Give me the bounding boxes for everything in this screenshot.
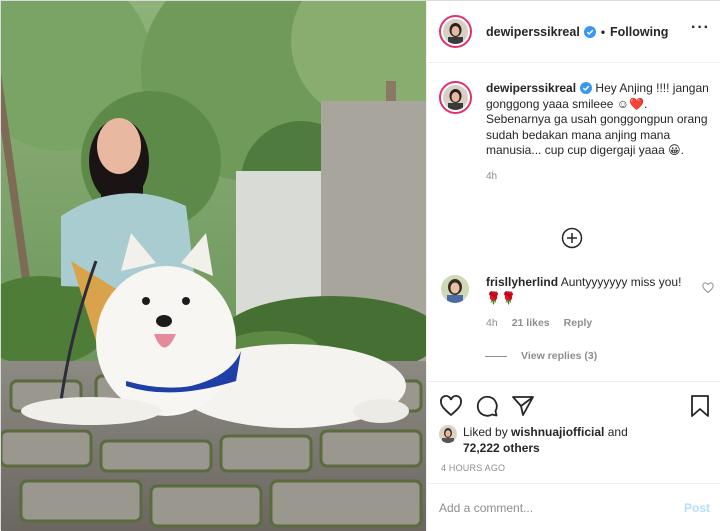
- liked-by-others[interactable]: 72,222 others: [463, 441, 540, 455]
- comment-input[interactable]: [439, 500, 684, 515]
- post-side-panel: dewiperssikreal • Following ··· dewipers…: [426, 1, 720, 531]
- bookmark-icon: [691, 395, 709, 417]
- author-username[interactable]: dewiperssikreal: [486, 25, 580, 39]
- comment-timestamp[interactable]: 4h: [486, 317, 498, 329]
- following-button[interactable]: Following: [610, 25, 668, 39]
- commenter-avatar[interactable]: [441, 275, 469, 303]
- liked-by-conjunction: and: [607, 425, 628, 439]
- avatar-image: [441, 275, 469, 303]
- save-bookmark-button[interactable]: [688, 394, 712, 418]
- add-comment-bar: Post: [427, 483, 720, 531]
- like-heart-icon[interactable]: [439, 394, 463, 418]
- liked-by-prefix: Liked by: [463, 425, 508, 439]
- post-caption: dewiperssikreal Hey Anjing !!!! jangan g…: [439, 81, 714, 182]
- action-icons: [439, 394, 535, 418]
- share-send-icon[interactable]: [511, 394, 535, 418]
- liked-by-text: Liked by wishnuajiofficial and 72,222 ot…: [463, 425, 628, 456]
- liker-avatar[interactable]: [439, 425, 457, 443]
- post-image: [1, 1, 426, 531]
- commenter-username[interactable]: frisllyherlind: [486, 275, 558, 289]
- liked-by: Liked by wishnuajiofficial and 72,222 ot…: [439, 425, 628, 456]
- avatar-image: [443, 19, 468, 44]
- avatar-image: [439, 425, 457, 443]
- caption-username[interactable]: dewiperssikreal: [486, 81, 576, 95]
- more-options-icon[interactable]: ···: [691, 20, 710, 36]
- comment-item: frisllyherlind Auntyyyyyyy miss you!🌹🌹 4…: [439, 275, 714, 329]
- avatar-image: [443, 85, 468, 110]
- comment-body: frisllyherlind Auntyyyyyyy miss you!🌹🌹: [486, 275, 694, 306]
- view-replies-label: View replies (3): [521, 350, 598, 362]
- replies-divider: [485, 355, 507, 357]
- separator-dot: •: [600, 24, 606, 39]
- post-photo[interactable]: [1, 1, 426, 531]
- comment-bubble-icon[interactable]: [475, 394, 499, 418]
- post-timestamp[interactable]: 4 HOURS AGO: [441, 463, 505, 473]
- comment-likes[interactable]: 21 likes: [512, 317, 550, 329]
- like-comment-heart-icon[interactable]: [702, 282, 714, 294]
- caption-author-avatar[interactable]: [439, 81, 472, 114]
- view-replies-button[interactable]: View replies (3): [485, 350, 597, 362]
- comment-meta: 4h 21 likes Reply: [486, 317, 714, 329]
- instagram-post: dewiperssikreal • Following ··· dewipers…: [0, 0, 720, 531]
- verified-badge-icon: [580, 82, 593, 94]
- author-avatar[interactable]: [439, 15, 472, 48]
- post-actions: Liked by wishnuajiofficial and 72,222 ot…: [427, 381, 720, 481]
- load-more-comments-icon[interactable]: [561, 227, 583, 249]
- verified-badge-icon: [583, 25, 596, 38]
- liked-by-user[interactable]: wishnuajiofficial: [511, 425, 604, 439]
- post-comment-button[interactable]: Post: [684, 501, 710, 515]
- post-header: dewiperssikreal • Following ···: [427, 1, 720, 63]
- caption-timestamp[interactable]: 4h: [486, 171, 714, 182]
- reply-button[interactable]: Reply: [564, 317, 593, 329]
- caption-body: dewiperssikreal Hey Anjing !!!! jangan g…: [486, 81, 714, 159]
